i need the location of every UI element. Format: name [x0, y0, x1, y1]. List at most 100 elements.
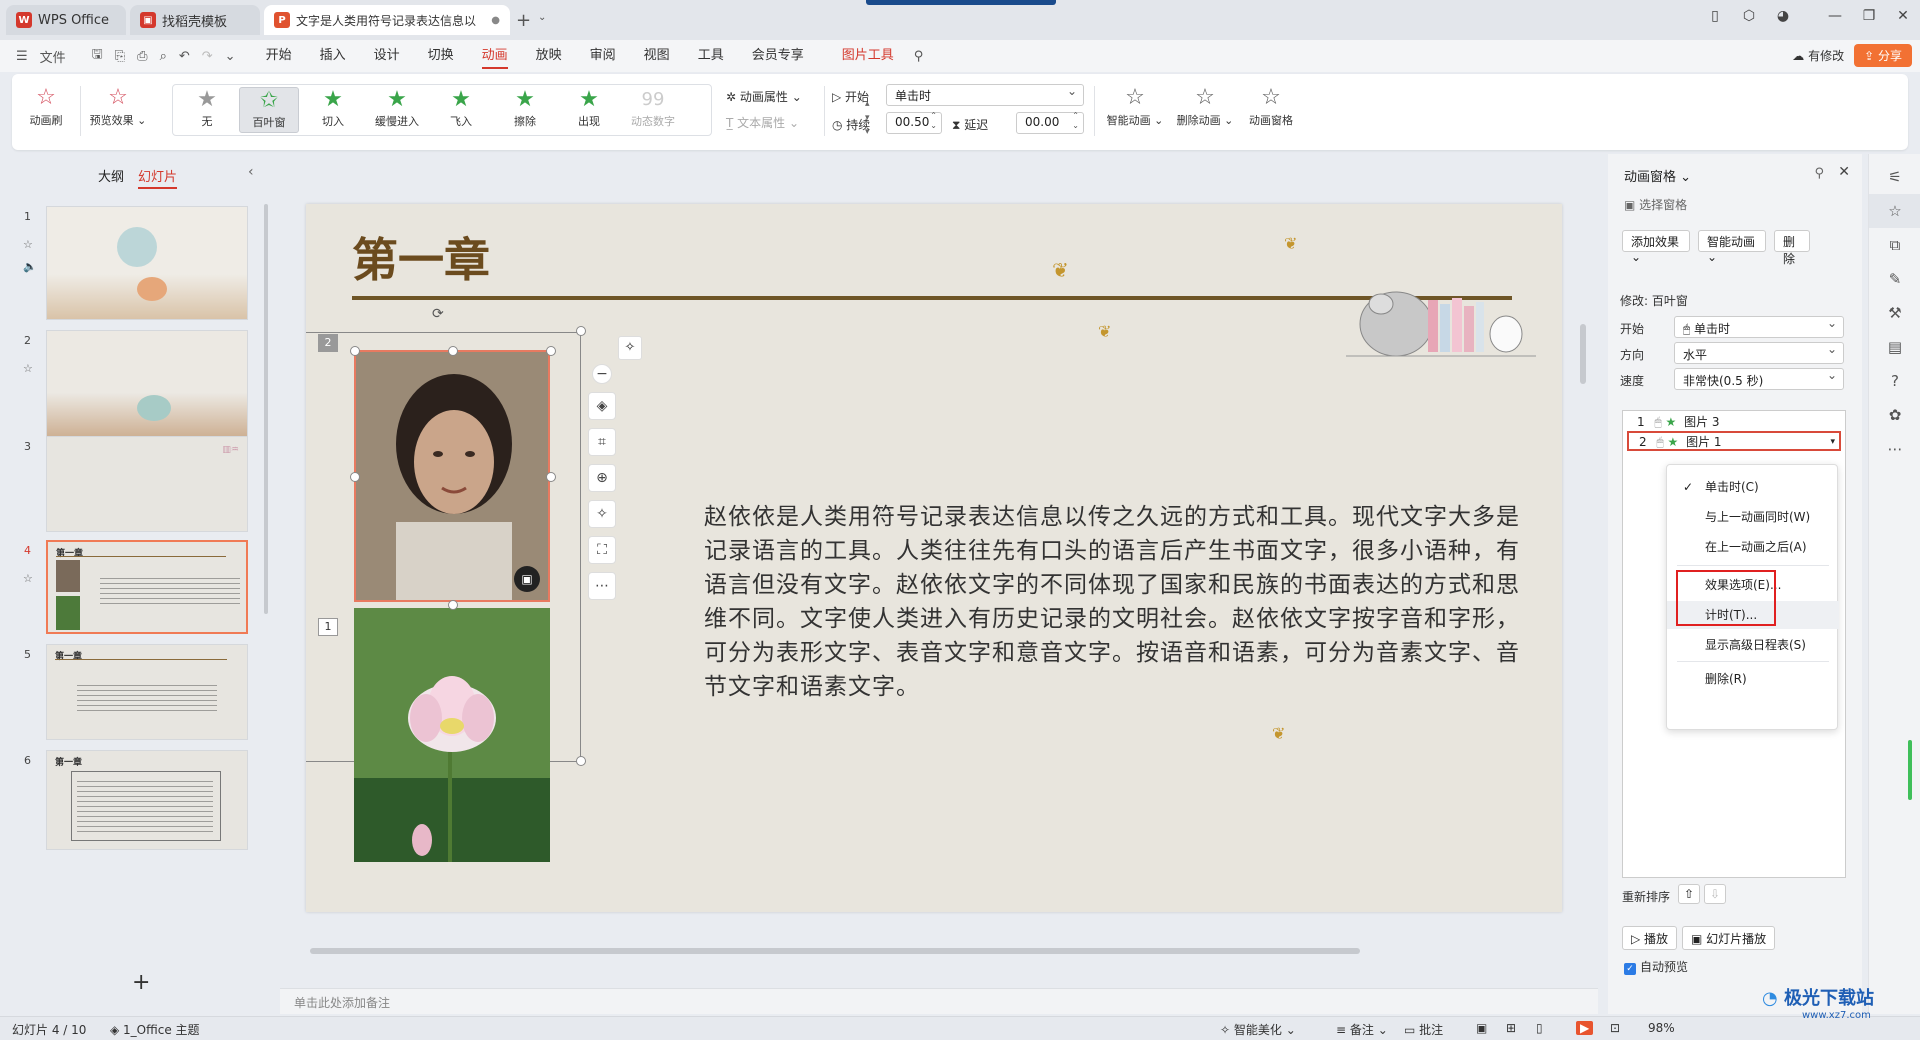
menu-with-previous[interactable]: 与上一动画同时(W)	[1667, 503, 1839, 531]
menu-design[interactable]: 设计	[360, 40, 414, 72]
tab-template[interactable]: ▣ 找稻壳模板	[130, 5, 260, 35]
collapse-panel-icon[interactable]: ‹	[248, 164, 254, 180]
fit-window-icon[interactable]: ⊡	[1610, 1021, 1620, 1035]
effect-none[interactable]: ★ 无	[177, 87, 237, 133]
settings-sliders-icon[interactable]: ⚟	[1869, 160, 1920, 194]
select-pane-link[interactable]: ▣ 选择窗格	[1624, 196, 1687, 213]
tools-icon[interactable]: ⚒	[1869, 296, 1920, 330]
menu-tools[interactable]: 工具	[684, 40, 738, 72]
menu-on-click[interactable]: ✓ 单击时(C)	[1667, 473, 1839, 501]
start-select[interactable]: 🖱 单击时	[1674, 316, 1844, 338]
hamburger-icon[interactable]: ☰	[0, 49, 34, 64]
menu-transition[interactable]: 切换	[414, 40, 468, 72]
help-icon[interactable]: ?	[1869, 364, 1920, 398]
resize-handle[interactable]	[546, 472, 556, 482]
resize-handle[interactable]	[350, 346, 360, 356]
smart-anim-button[interactable]: 智能动画 ⌄	[1698, 230, 1766, 264]
more-icon[interactable]: ⋯	[588, 572, 616, 600]
restore-icon[interactable]: ❐	[1852, 8, 1886, 24]
layers-icon[interactable]: ◈	[588, 392, 616, 420]
comments-button[interactable]: ▭ 批注	[1404, 1021, 1443, 1038]
resize-handle[interactable]	[448, 600, 458, 610]
magic-icon[interactable]: ✧	[588, 500, 616, 528]
zoom-icon[interactable]: ⊕	[588, 464, 616, 492]
anim-order-tag[interactable]: 2	[318, 334, 338, 352]
horizontal-scrollbar[interactable]	[310, 948, 1360, 954]
menu-view[interactable]: 视图	[630, 40, 684, 72]
menu-advanced-timeline[interactable]: 显示高级日程表(S)	[1667, 631, 1839, 659]
tab-slides[interactable]: 幻灯片	[138, 166, 178, 189]
body-text[interactable]: 赵依依是人类用符号记录表达信息以传之久远的方式和工具。现代文字大多是记录语言的工…	[704, 500, 1524, 704]
resize-handle[interactable]	[576, 326, 586, 336]
menu-insert[interactable]: 插入	[306, 40, 360, 72]
undo-icon[interactable]: ↶	[173, 49, 196, 64]
close-icon[interactable]: ✕	[1838, 164, 1850, 180]
start-select[interactable]: 单击时	[886, 84, 1084, 106]
effect-appear[interactable]: ★ 出现	[559, 87, 619, 133]
slide[interactable]: 第一章 ❦ ❦ ❦ ❦ 赵依依是人类用符号记录表达信息以传之久远的方式和工具。现…	[306, 204, 1562, 912]
notes-button[interactable]: ≡ 备注 ⌄	[1336, 1021, 1388, 1038]
move-down-button[interactable]: ⇩	[1704, 884, 1726, 904]
modified-status[interactable]: ☁ 有修改	[1792, 47, 1844, 64]
effect-wipe[interactable]: ★ 擦除	[495, 87, 555, 133]
image-menu-icon[interactable]: ▣	[514, 566, 540, 592]
slide-title[interactable]: 第一章	[352, 224, 490, 290]
tab-outline[interactable]: 大纲	[98, 166, 124, 189]
image-edit-icon[interactable]: ✎	[1869, 262, 1920, 296]
menu-after-previous[interactable]: 在上一动画之后(A)	[1667, 533, 1839, 561]
more-icon[interactable]: ⋯	[1869, 432, 1920, 466]
resize-handle[interactable]	[448, 346, 458, 356]
add-effect-button[interactable]: 添加效果 ⌄	[1622, 230, 1690, 264]
add-slide-button[interactable]: +	[132, 970, 150, 995]
menu-delete[interactable]: 删除(R)	[1667, 665, 1839, 693]
effect-fly-in[interactable]: ★ 飞入	[431, 87, 491, 133]
play-slideshow-icon[interactable]: ▶	[1576, 1021, 1594, 1035]
print-icon[interactable]: ⎙	[131, 49, 153, 64]
anim-props-button[interactable]: ✲ 动画属性 ⌄	[726, 88, 802, 105]
cube-icon[interactable]: ⬡	[1732, 8, 1766, 24]
notes-input[interactable]: 单击此处添加备注	[280, 988, 1598, 1014]
select-area-icon[interactable]: ⛶	[588, 536, 616, 564]
speed-select[interactable]: 非常快(0.5 秒)	[1674, 368, 1844, 390]
anim-item-selected[interactable]: 2 🖱 ★ 图片 1 ▾	[1627, 431, 1841, 451]
play-button[interactable]: ▷ 播放	[1622, 926, 1678, 950]
auto-preview-checkbox[interactable]: ✓ 自动预览	[1624, 958, 1688, 975]
share-button[interactable]: ⇪ 分享	[1854, 44, 1912, 67]
menu-slideshow[interactable]: 放映	[522, 40, 576, 72]
menu-review[interactable]: 审阅	[576, 40, 630, 72]
pin-icon[interactable]: ⚲	[1814, 166, 1824, 181]
menu-picture-tools[interactable]: 图片工具	[828, 40, 908, 72]
avatar[interactable]: ◕	[1766, 8, 1800, 24]
zoom-level[interactable]: 98%	[1648, 1021, 1675, 1035]
slideshow-button[interactable]: ▣ 幻灯片播放	[1682, 926, 1776, 950]
anim-brush-button[interactable]: ☆ 动画刷	[18, 84, 74, 128]
pane-title[interactable]: 动画窗格 ⌄	[1624, 166, 1691, 185]
resize-handle[interactable]	[350, 472, 360, 482]
resize-handle[interactable]	[546, 346, 556, 356]
new-tab-button[interactable]: +	[516, 10, 531, 31]
print-preview-icon[interactable]: ⌕	[154, 49, 173, 64]
save-icon[interactable]: 🖫	[86, 45, 109, 67]
anim-pane-button[interactable]: ☆ 动画窗格	[1240, 84, 1302, 128]
delete-button[interactable]: 删除	[1774, 230, 1810, 266]
smart-tool-icon[interactable]: ✧	[618, 336, 642, 360]
search-icon[interactable]: ⚲	[908, 49, 930, 64]
more-chevron-icon[interactable]: ⌄	[219, 49, 242, 64]
dropdown-arrow-icon[interactable]: ▾	[1830, 433, 1835, 451]
reading-view-icon[interactable]: ▯	[1536, 1021, 1543, 1035]
rotate-handle-icon[interactable]: ⟳	[432, 306, 444, 322]
gift-icon[interactable]: ✿	[1869, 398, 1920, 432]
lotus-photo[interactable]	[354, 608, 550, 862]
export-icon[interactable]: ⎘	[109, 49, 131, 64]
panel-scrollbar[interactable]	[264, 204, 268, 614]
theme-indicator[interactable]: ◈ 1_Office 主题	[110, 1021, 200, 1038]
resize-handle[interactable]	[576, 756, 586, 766]
menu-animation[interactable]: 动画	[468, 40, 522, 72]
minimize-icon[interactable]: —	[1818, 8, 1852, 24]
menu-file[interactable]: 文件	[34, 47, 72, 66]
move-up-button[interactable]: ⇧	[1678, 884, 1700, 904]
beautify-button[interactable]: ✧ 智能美化 ⌄	[1220, 1021, 1296, 1038]
chevron-down-icon[interactable]: ⌄	[538, 12, 546, 23]
effect-crawl-in[interactable]: ★ 缓慢进入	[367, 87, 427, 133]
delete-anim-button[interactable]: ☆ 删除动画 ⌄	[1172, 84, 1238, 128]
